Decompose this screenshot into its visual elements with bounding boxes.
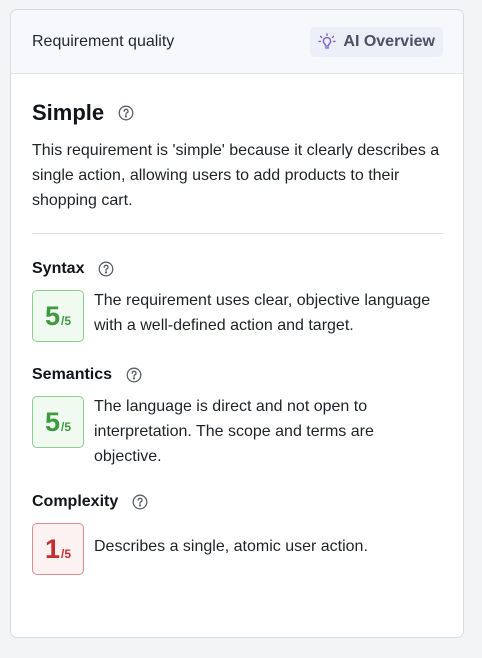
ai-overview-button[interactable]: AI Overview — [310, 26, 443, 57]
metric-semantics: Semantics 5 /5 The language is direct an… — [32, 365, 443, 469]
metric-header: Semantics — [32, 365, 443, 385]
metric-header: Syntax — [32, 259, 443, 279]
ai-overview-label: AI Overview — [343, 32, 435, 50]
score-badge: 5 /5 — [32, 396, 84, 448]
quality-title: Simple — [32, 100, 105, 125]
divider — [32, 233, 443, 234]
score-max: /5 — [61, 547, 72, 561]
score-badge: 1 /5 — [32, 523, 84, 575]
metric-header: Complexity — [32, 492, 443, 512]
metric-syntax: Syntax 5 /5 The requirement uses clear, … — [32, 259, 443, 342]
help-icon[interactable] — [126, 367, 142, 383]
metric-label: Semantics — [32, 366, 113, 383]
metric-body: 5 /5 The language is direct and not open… — [32, 394, 443, 469]
help-icon[interactable] — [132, 494, 148, 510]
lightbulb-icon — [318, 32, 337, 51]
score-value: 5 — [44, 301, 60, 331]
score-value: 1 — [44, 534, 60, 564]
help-icon[interactable] — [118, 105, 134, 121]
score-badge: 5 /5 — [32, 290, 84, 342]
metric-body: 5 /5 The requirement uses clear, objecti… — [32, 288, 443, 342]
metric-explanation: The requirement uses clear, objective la… — [94, 292, 431, 334]
metric-complexity: Complexity 1 /5 Describes a single, atom… — [32, 492, 443, 575]
score-max: /5 — [61, 314, 72, 328]
score-max: /5 — [61, 420, 72, 434]
score-value: 5 — [44, 407, 60, 437]
metric-label: Complexity — [32, 493, 119, 510]
requirement-quality-card: Requirement quality AI Overview Simple T… — [10, 9, 464, 638]
help-icon[interactable] — [98, 261, 114, 277]
quality-title-row: Simple — [32, 100, 443, 126]
quality-description: This requirement is 'simple' because it … — [32, 142, 440, 209]
card-title: Requirement quality — [32, 32, 175, 50]
metric-explanation: Describes a single, atomic user action. — [94, 538, 368, 555]
card-content: Simple This requirement is 'simple' beca… — [11, 74, 463, 575]
metric-explanation: The language is direct and not open to i… — [94, 398, 374, 465]
card-header: Requirement quality AI Overview — [11, 10, 463, 74]
metric-body: 1 /5 Describes a single, atomic user act… — [32, 521, 443, 575]
metric-label: Syntax — [32, 260, 85, 277]
